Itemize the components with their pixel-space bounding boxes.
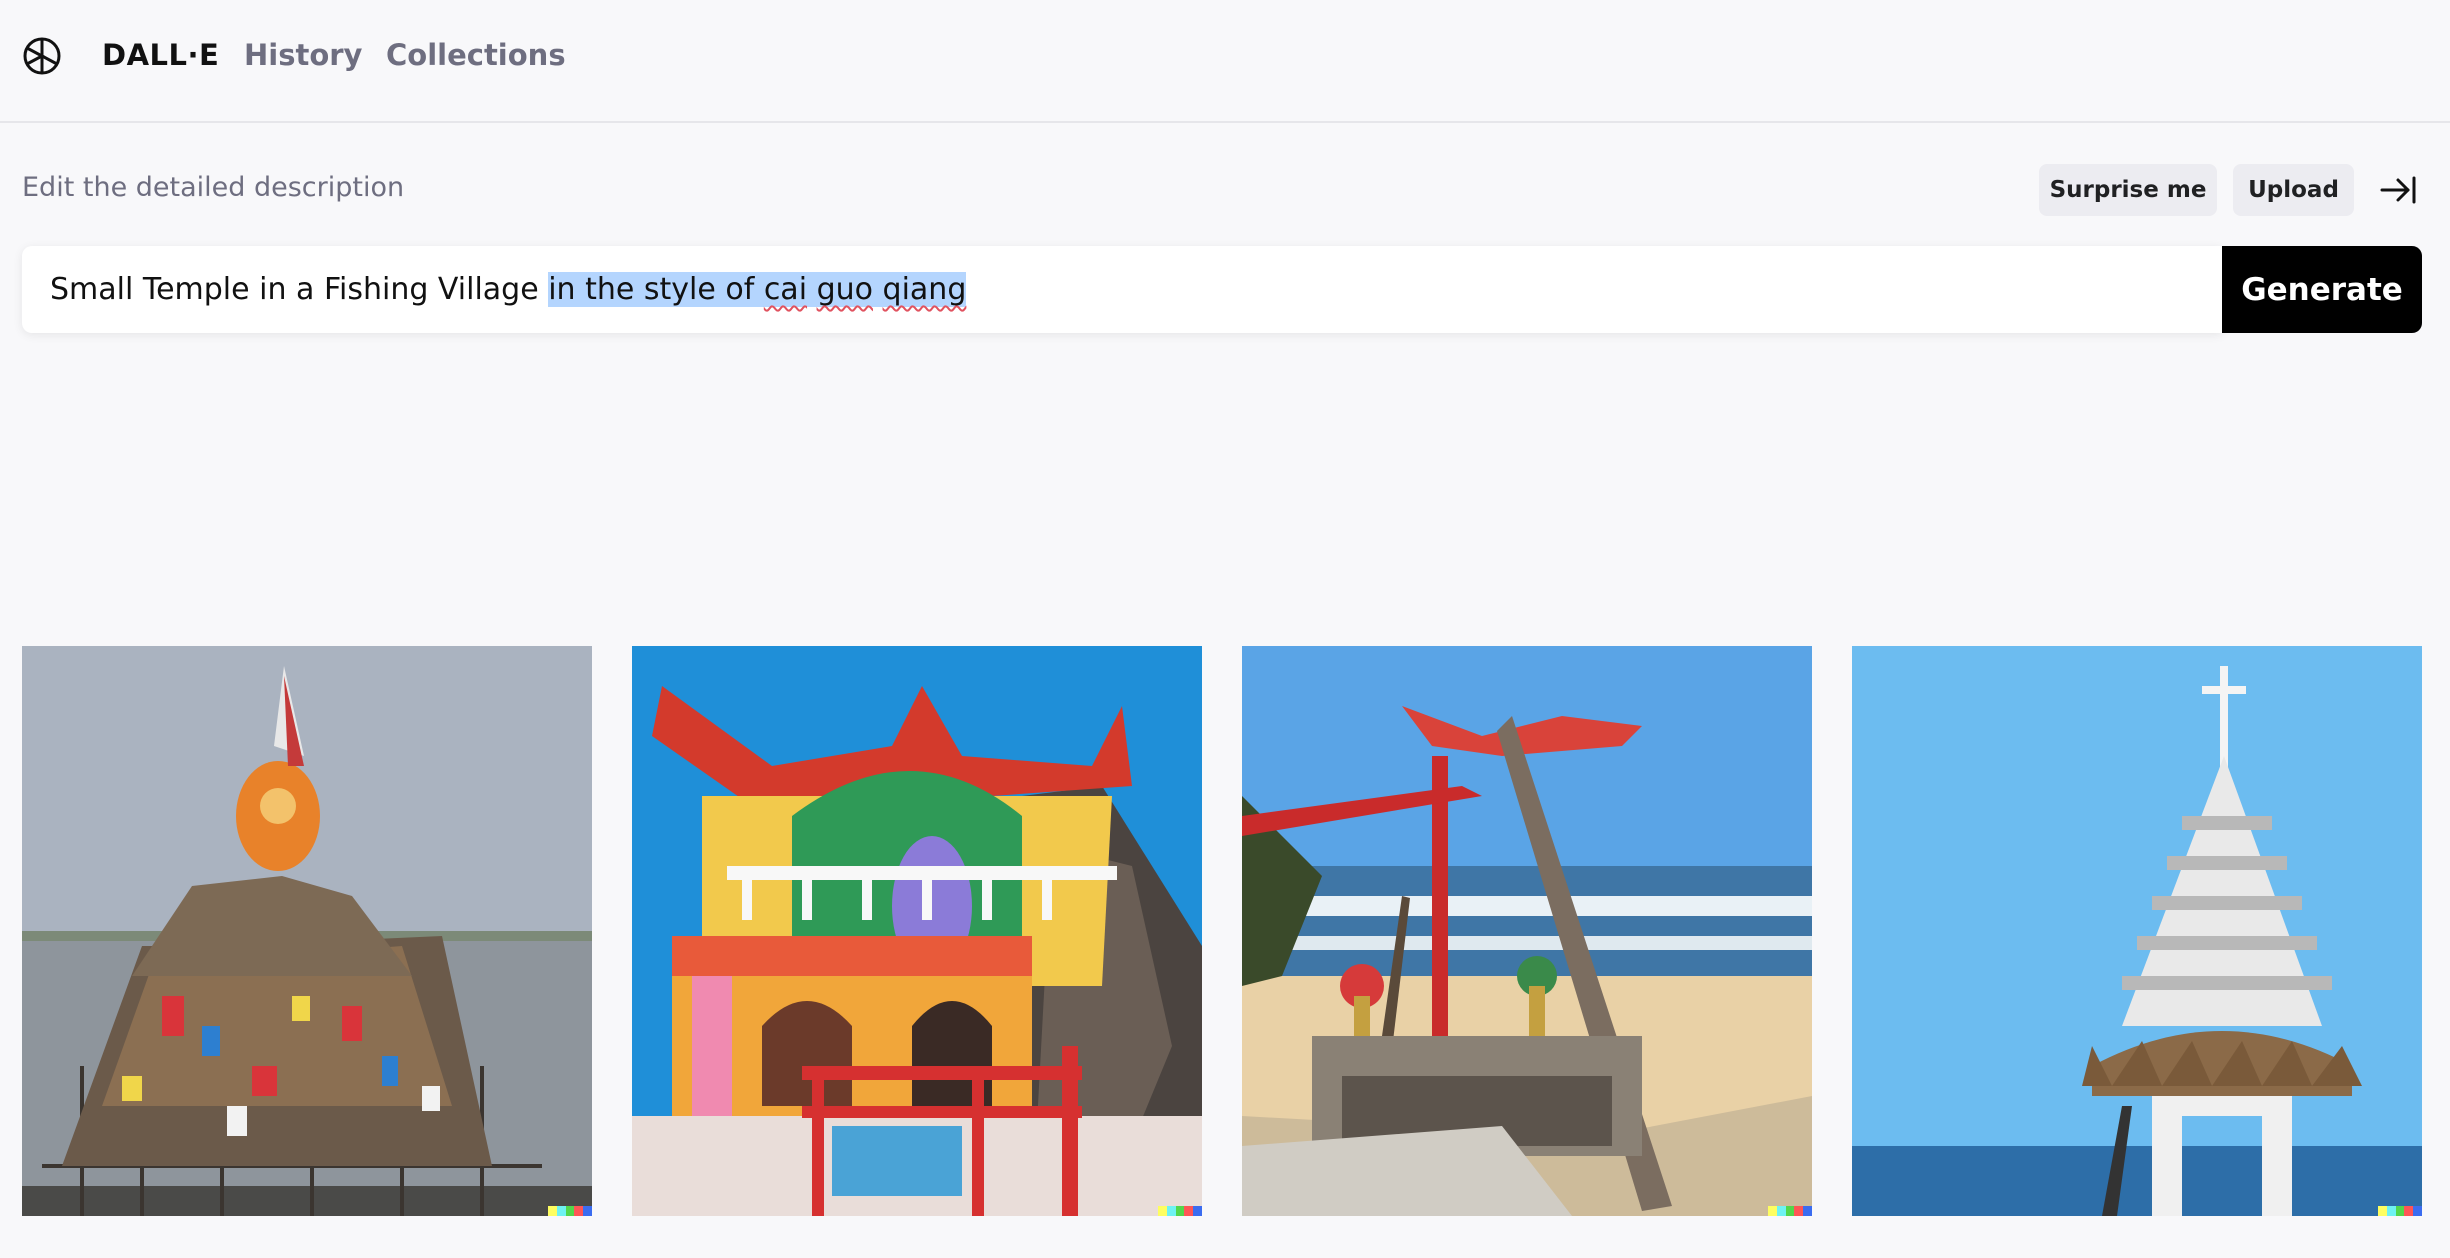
prompt-text: Small Temple in a Fishing Village in the…	[50, 272, 967, 307]
openai-logo-icon[interactable]	[20, 34, 64, 78]
generate-button[interactable]: Generate	[2222, 246, 2422, 333]
prompt-input[interactable]: Small Temple in a Fishing Village in the…	[22, 246, 2222, 333]
top-navigation-bar: DALL·E History Collections	[0, 0, 2450, 123]
gallery-image-1[interactable]	[22, 646, 592, 1216]
nav-collections[interactable]: Collections	[386, 38, 566, 72]
watermark-signature	[2378, 1206, 2422, 1216]
upload-button[interactable]: Upload	[2233, 164, 2354, 216]
gallery-image-2[interactable]	[632, 646, 1202, 1216]
brand-name[interactable]: DALL·E	[102, 38, 219, 72]
watermark-signature	[548, 1206, 592, 1216]
nav-history[interactable]: History	[244, 38, 362, 72]
collapse-arrow-icon[interactable]	[2378, 172, 2418, 208]
prompt-label: Edit the detailed description	[22, 172, 405, 203]
watermark-signature	[1768, 1206, 1812, 1216]
prompt-selection: in the style of cai guo qiang	[548, 272, 967, 307]
watermark-signature	[1158, 1206, 1202, 1216]
gallery-image-3[interactable]	[1242, 646, 1812, 1216]
surprise-me-button[interactable]: Surprise me	[2039, 164, 2217, 216]
gallery-image-4[interactable]	[1852, 646, 2422, 1216]
